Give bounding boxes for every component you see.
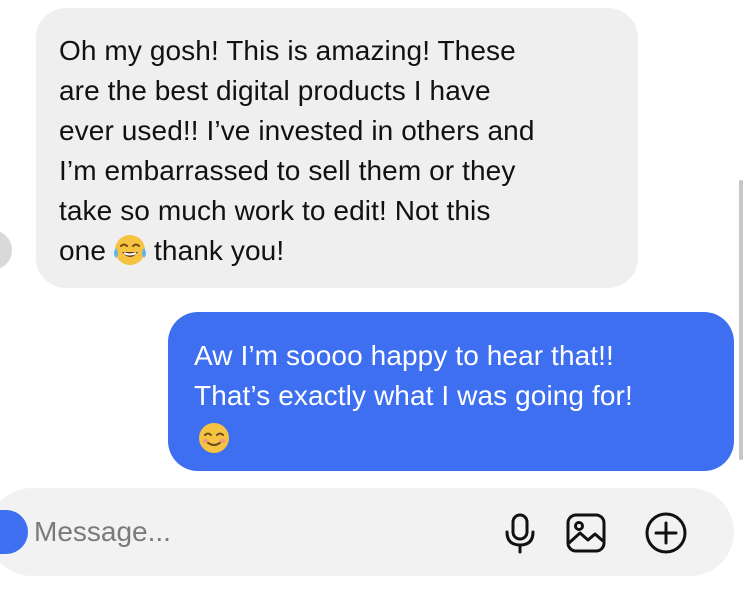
incoming-message-last-line: one thank you!: [59, 231, 618, 271]
outgoing-message-line: That’s exactly what I was going for!: [194, 380, 633, 411]
outgoing-message-emoji-line: [194, 416, 716, 459]
outgoing-message-bubble[interactable]: Aw I’m soooo happy to hear that!! That’s…: [168, 312, 734, 471]
incoming-message-line: are the best digital products I have: [59, 75, 491, 106]
microphone-button[interactable]: [497, 510, 543, 556]
incoming-message-line: ever used!! I’ve invested in others and: [59, 115, 535, 146]
sender-avatar[interactable]: [0, 230, 12, 270]
plus-circle-icon: [645, 512, 687, 554]
incoming-message-bubble[interactable]: Oh my gosh! This is amazing! These are t…: [36, 8, 638, 288]
scrollbar[interactable]: [739, 180, 743, 460]
chat-screen: Oh my gosh! This is amazing! These are t…: [0, 0, 749, 589]
tears-of-joy-emoji-icon: [114, 235, 147, 265]
incoming-message-text: one: [59, 235, 107, 266]
incoming-message-line: Oh my gosh! This is amazing! These: [59, 35, 516, 66]
add-content-button[interactable]: [643, 510, 689, 556]
camera-button[interactable]: [0, 510, 28, 554]
message-composer: [0, 488, 734, 576]
photo-button[interactable]: [563, 510, 609, 556]
incoming-message-text: thank you!: [154, 235, 285, 266]
smiling-face-emoji-icon: [199, 423, 229, 453]
photo-icon: [566, 513, 606, 553]
incoming-message-line: I’m embarrassed to sell them or they: [59, 155, 516, 186]
incoming-message-line: take so much work to edit! Not this: [59, 195, 491, 226]
outgoing-message-line: Aw I’m soooo happy to hear that!!: [194, 340, 614, 371]
microphone-icon: [505, 513, 535, 554]
message-input[interactable]: [34, 512, 454, 552]
